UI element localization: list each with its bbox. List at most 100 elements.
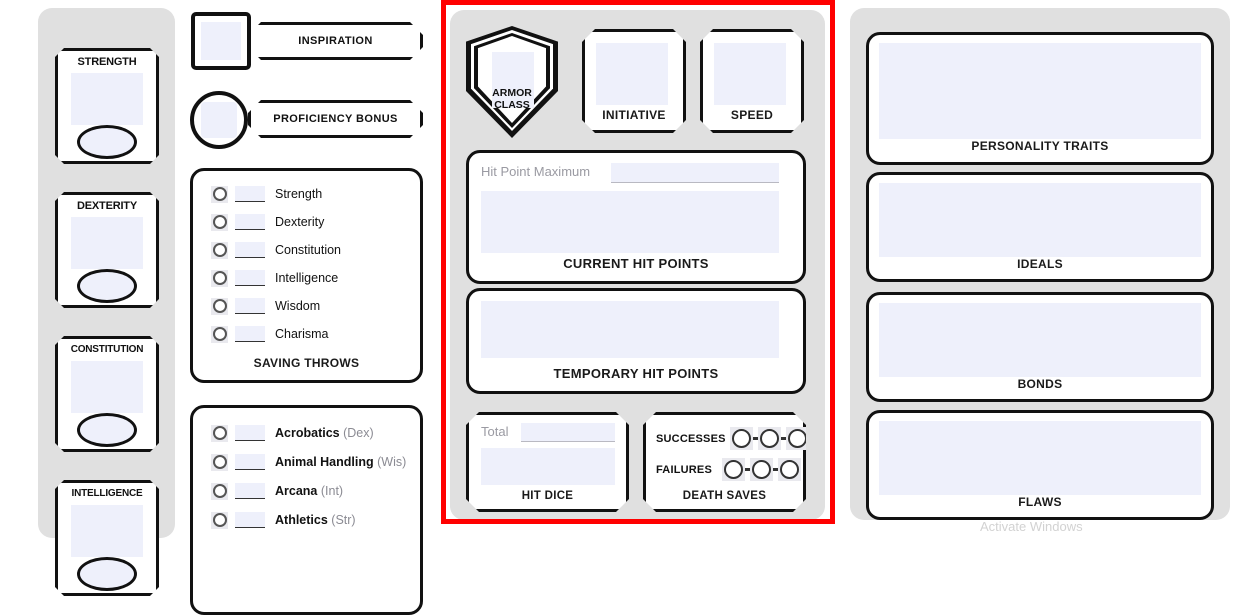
proficiency-bonus-box[interactable]: PROFICIENCY BONUS xyxy=(248,100,423,138)
proficiency-toggle[interactable] xyxy=(211,241,228,259)
hit-dice-value[interactable] xyxy=(481,448,615,485)
saving-throws-box: Strength Dexterity Constitution Intellig… xyxy=(190,168,423,383)
saving-throw-value[interactable] xyxy=(235,270,265,286)
skill-name: Athletics xyxy=(275,513,328,527)
ability-dexterity[interactable]: DEXTERITY xyxy=(55,192,159,308)
speed-label: SPEED xyxy=(730,108,774,122)
ability-constitution-label: CONSTITUTION xyxy=(70,344,144,355)
inspiration-value-frame[interactable] xyxy=(191,12,251,70)
armor-class-label: ARMOR CLASS xyxy=(492,87,532,111)
hit-point-maximum-value[interactable] xyxy=(611,163,779,183)
saving-throw-label: Constitution xyxy=(275,243,342,257)
armor-class-box[interactable]: ARMOR CLASS xyxy=(466,26,558,138)
ability-strength[interactable]: STRENGTH xyxy=(55,48,159,164)
saving-throws-caption: SAVING THROWS xyxy=(253,356,360,370)
circle-icon xyxy=(788,429,807,448)
proficiency-toggle[interactable] xyxy=(211,185,228,203)
saving-throw-label: Intelligence xyxy=(275,271,339,285)
circle-icon xyxy=(732,429,751,448)
ability-intelligence-label: INTELLIGENCE xyxy=(71,488,143,499)
ideals-box[interactable]: IDEALS xyxy=(866,172,1214,282)
ability-dexterity-score[interactable] xyxy=(71,217,143,269)
ability-strength-label: STRENGTH xyxy=(77,56,137,68)
saving-throw-value[interactable] xyxy=(235,214,265,230)
proficiency-toggle[interactable] xyxy=(211,213,228,231)
saving-throw-row[interactable]: Constitution xyxy=(211,241,341,259)
skill-value[interactable] xyxy=(235,483,265,499)
skill-row[interactable]: Animal Handling (Wis) xyxy=(211,453,406,471)
proficiency-bonus-value[interactable] xyxy=(201,102,237,138)
proficiency-bonus-value-frame[interactable] xyxy=(190,91,248,149)
personality-traits-box[interactable]: PERSONALITY TRAITS xyxy=(866,32,1214,165)
proficiency-toggle[interactable] xyxy=(211,511,228,529)
inspiration-box[interactable]: INSPIRATION xyxy=(248,22,423,60)
ability-intelligence[interactable]: INTELLIGENCE xyxy=(55,480,159,596)
hit-dice-total-value[interactable] xyxy=(521,423,615,442)
initiative-box[interactable]: INITIATIVE xyxy=(582,29,686,133)
death-saves-box[interactable]: SUCCESSES FAILURES DEATH SAVES xyxy=(643,412,806,512)
ability-constitution-score[interactable] xyxy=(71,361,143,413)
skill-name: Animal Handling xyxy=(275,455,374,469)
death-save-failure-pip[interactable] xyxy=(778,458,801,481)
ability-intelligence-modifier[interactable] xyxy=(77,557,137,591)
current-hit-points-value[interactable] xyxy=(481,191,779,253)
death-save-failure-pip[interactable] xyxy=(722,458,745,481)
death-saves-failures-pips[interactable] xyxy=(722,458,801,481)
death-save-success-pip[interactable] xyxy=(786,427,809,450)
proficiency-toggle[interactable] xyxy=(211,424,228,442)
ability-strength-score[interactable] xyxy=(71,73,143,125)
flaws-value[interactable] xyxy=(879,421,1201,495)
circle-icon xyxy=(212,215,227,229)
proficiency-toggle[interactable] xyxy=(211,297,228,315)
death-save-success-pip[interactable] xyxy=(758,427,781,450)
ability-intelligence-score[interactable] xyxy=(71,505,143,557)
saving-throw-value[interactable] xyxy=(235,298,265,314)
proficiency-toggle[interactable] xyxy=(211,482,228,500)
skill-row[interactable]: Arcana (Int) xyxy=(211,482,343,500)
ability-constitution[interactable]: CONSTITUTION xyxy=(55,336,159,452)
bonds-box[interactable]: BONDS xyxy=(866,292,1214,402)
ideals-value[interactable] xyxy=(879,183,1201,257)
circle-icon xyxy=(212,455,227,469)
temporary-hit-points-box[interactable]: TEMPORARY HIT POINTS xyxy=(466,288,806,394)
personality-traits-value[interactable] xyxy=(879,43,1201,139)
circle-icon xyxy=(212,426,227,440)
ability-constitution-modifier[interactable] xyxy=(77,413,137,447)
skill-label: Animal Handling (Wis) xyxy=(275,455,406,469)
skill-value[interactable] xyxy=(235,454,265,470)
saving-throw-row[interactable]: Dexterity xyxy=(211,213,324,231)
skill-value[interactable] xyxy=(235,425,265,441)
death-save-failure-pip[interactable] xyxy=(750,458,773,481)
skill-row[interactable]: Acrobatics (Dex) xyxy=(211,424,374,442)
speed-value[interactable] xyxy=(714,43,786,105)
current-hit-points-box[interactable]: Hit Point Maximum CURRENT HIT POINTS xyxy=(466,150,806,284)
death-saves-failures-row[interactable]: FAILURES xyxy=(656,458,801,481)
inspiration-value[interactable] xyxy=(201,22,241,60)
skill-label: Arcana (Int) xyxy=(275,484,343,498)
skill-row[interactable]: Athletics (Str) xyxy=(211,511,356,529)
saving-throw-row[interactable]: Strength xyxy=(211,185,322,203)
proficiency-toggle[interactable] xyxy=(211,269,228,287)
proficiency-toggle[interactable] xyxy=(211,453,228,471)
saving-throw-row[interactable]: Charisma xyxy=(211,325,329,343)
speed-box[interactable]: SPEED xyxy=(700,29,804,133)
skill-ability-abbr: (Int) xyxy=(320,484,344,498)
flaws-box[interactable]: FLAWS xyxy=(866,410,1214,520)
skill-value[interactable] xyxy=(235,512,265,528)
saving-throw-value[interactable] xyxy=(235,242,265,258)
death-saves-successes-pips[interactable] xyxy=(730,427,809,450)
saving-throw-row[interactable]: Wisdom xyxy=(211,297,320,315)
hit-dice-box[interactable]: Total HIT DICE xyxy=(466,412,629,512)
saving-throw-value[interactable] xyxy=(235,186,265,202)
ability-dexterity-modifier[interactable] xyxy=(77,269,137,303)
saving-throw-row[interactable]: Intelligence xyxy=(211,269,338,287)
temporary-hit-points-value[interactable] xyxy=(481,301,779,358)
bonds-value[interactable] xyxy=(879,303,1201,377)
initiative-value[interactable] xyxy=(596,43,668,105)
ability-strength-modifier[interactable] xyxy=(77,125,137,159)
character-sheet: STRENGTH DEXTERITY CONSTITUTION INTELLIG… xyxy=(0,0,1245,615)
proficiency-toggle[interactable] xyxy=(211,325,228,343)
saving-throw-value[interactable] xyxy=(235,326,265,342)
death-save-success-pip[interactable] xyxy=(730,427,753,450)
death-saves-successes-row[interactable]: SUCCESSES xyxy=(656,427,809,450)
